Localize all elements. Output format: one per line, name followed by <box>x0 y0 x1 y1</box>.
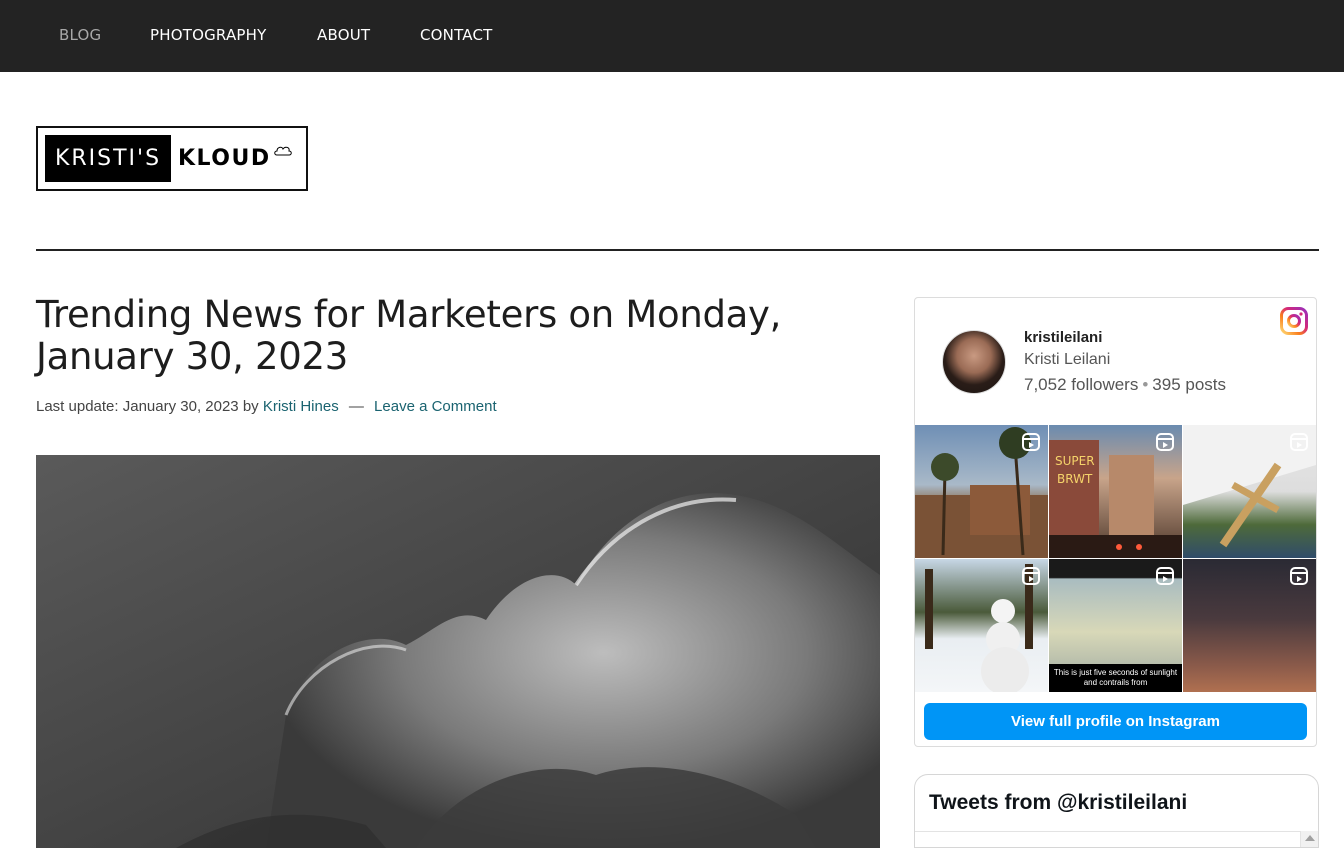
reel-icon <box>1290 567 1308 585</box>
reel-icon <box>1022 433 1040 451</box>
view-instagram-profile-button[interactable]: View full profile on Instagram <box>924 703 1307 740</box>
avatar[interactable] <box>942 330 1006 394</box>
instagram-tile-snowman[interactable] <box>915 559 1048 692</box>
site-logo[interactable]: KRISTI'S KLOUD <box>36 126 308 191</box>
logo-word-kloud: KLOUD <box>178 146 271 171</box>
instagram-full-name: Kristi Leilani <box>1024 351 1111 368</box>
instagram-photo-grid: SUPER BRWT This is just five seconds of … <box>915 425 1316 692</box>
reel-icon <box>1290 433 1308 451</box>
instagram-widget: kristileilani Kristi Leilani 7,052 follo… <box>914 297 1317 747</box>
reel-icon <box>1022 567 1040 585</box>
svg-text:BRWT: BRWT <box>1057 472 1093 486</box>
instagram-tile-sunset[interactable] <box>1183 559 1316 692</box>
reel-icon <box>1156 567 1174 585</box>
instagram-tile-contrails[interactable]: This is just five seconds of sunlight an… <box>1049 559 1182 692</box>
tweets-divider <box>915 831 1318 832</box>
cloud-icon <box>274 146 292 156</box>
nav-item-blog[interactable]: BLOG <box>59 26 101 44</box>
post-meta: Last update: January 30, 2023 by Kristi … <box>36 398 497 415</box>
instagram-tile-wooden-cross[interactable] <box>1183 425 1316 558</box>
svg-text:SUPER: SUPER <box>1055 454 1095 468</box>
chevron-up-icon <box>1305 835 1315 841</box>
nav-item-photography[interactable]: PHOTOGRAPHY <box>150 26 267 44</box>
snow-crystals-photo <box>36 455 880 848</box>
twitter-timeline-widget: Tweets from @kristileilani <box>914 774 1319 848</box>
instagram-tile-super-burrito[interactable]: SUPER BRWT <box>1049 425 1182 558</box>
followers-count: 7,052 followers <box>1024 375 1139 394</box>
posts-count: 395 posts <box>1152 375 1227 394</box>
tile-caption: This is just five seconds of sunlight an… <box>1049 664 1182 692</box>
reel-icon <box>1156 433 1174 451</box>
instagram-icon[interactable] <box>1280 307 1308 335</box>
leave-comment-link[interactable]: Leave a Comment <box>374 398 497 415</box>
post-meta-date: Last update: January 30, 2023 by <box>36 398 259 415</box>
instagram-tile-palm-trees[interactable] <box>915 425 1048 558</box>
top-navigation: BLOG PHOTOGRAPHY ABOUT CONTACT <box>0 0 1344 72</box>
instagram-stats: 7,052 followers • 395 posts <box>1024 375 1226 395</box>
post-title: Trending News for Marketers on Monday, J… <box>36 293 782 378</box>
post-author-link[interactable]: Kristi Hines <box>263 398 339 415</box>
logo-word-kristis: KRISTI'S <box>45 135 171 182</box>
header-divider <box>36 249 1319 251</box>
meta-separator: — <box>348 398 364 415</box>
featured-image <box>36 455 880 848</box>
stats-separator: • <box>1142 375 1149 394</box>
nav-item-about[interactable]: ABOUT <box>317 26 370 44</box>
instagram-username[interactable]: kristileilani <box>1024 329 1102 346</box>
scrollbar-up-arrow[interactable] <box>1300 831 1318 847</box>
tweets-title[interactable]: Tweets from @kristileilani <box>929 791 1187 815</box>
nav-item-contact[interactable]: CONTACT <box>420 26 493 44</box>
